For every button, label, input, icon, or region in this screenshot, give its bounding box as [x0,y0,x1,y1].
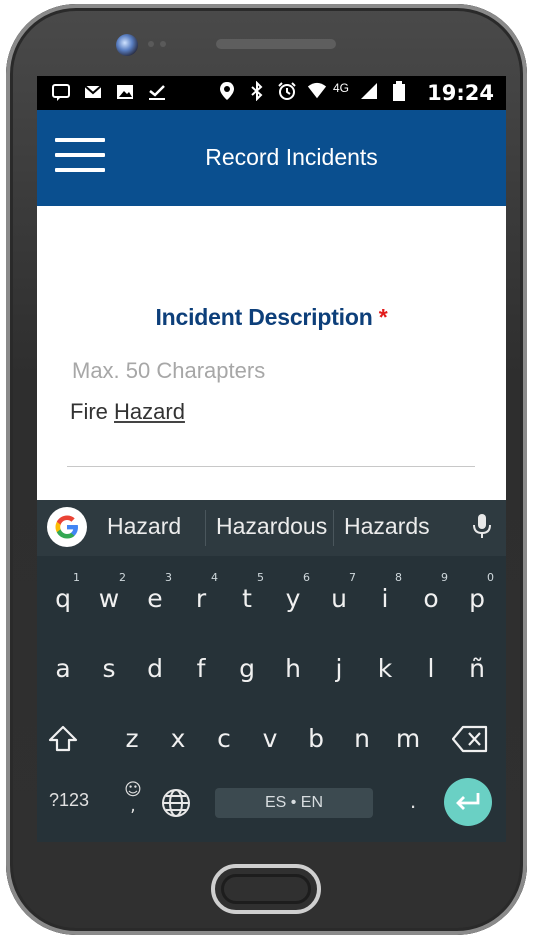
key-f[interactable]: f [178,638,224,700]
form-area: Incident Description * Max. 50 Charapter… [37,206,506,500]
battery-icon [389,81,409,101]
key-char: q [55,584,71,613]
chat-icon [51,82,71,102]
key-n[interactable]: n [339,708,385,770]
key-number-hint: 5 [257,571,264,584]
key-v[interactable]: v [247,708,293,770]
network-type: 4G [333,81,350,95]
key-char: t [242,584,252,613]
key-t[interactable]: t5 [224,568,270,630]
spacebar[interactable]: ES • EN [215,788,373,818]
symbols-key[interactable]: ?123 [49,790,89,811]
google-icon[interactable] [47,507,87,547]
microphone-icon[interactable] [472,513,492,546]
key-g[interactable]: g [224,638,270,700]
key-q[interactable]: q1 [40,568,86,630]
shift-icon[interactable] [40,708,86,770]
key-number-hint: 2 [119,571,126,584]
key-l[interactable]: l [408,638,454,700]
key-char: e [147,584,163,613]
image-icon [115,82,135,102]
enter-icon [456,793,480,810]
sensor-dot [160,41,166,47]
period-key[interactable]: . [403,788,423,814]
incident-description-input[interactable]: Fire Hazard [70,399,185,425]
key-y[interactable]: y6 [270,568,316,630]
suggestion-strip: Hazard Hazardous Hazards [37,500,506,556]
key-c[interactable]: c [201,708,247,770]
status-time: 19:24 [427,81,494,105]
sensor-dot [148,41,154,47]
key-o[interactable]: o9 [408,568,454,630]
input-value-text: Fire [70,399,108,424]
status-icons-left [51,82,167,102]
emoji-key[interactable]: ☺ , [121,782,145,815]
key-number-hint: 0 [487,571,494,584]
field-label-text: Incident Description [155,304,373,330]
key-n-tilde[interactable]: ñ [454,638,500,700]
key-k[interactable]: k [362,638,408,700]
suggestion-divider [333,510,334,546]
alarm-icon [277,81,297,101]
suggestion-item[interactable]: Hazard [107,513,181,540]
key-number-hint: 4 [211,571,218,584]
status-bar: 4G 19:24 [37,76,506,110]
key-b[interactable]: b [293,708,339,770]
key-a[interactable]: a [40,638,86,700]
phone-top-bezel [6,4,527,74]
key-char: r [195,584,207,613]
key-char: w [98,584,120,613]
key-d[interactable]: d [132,638,178,700]
key-char: u [331,584,347,613]
key-number-hint: 7 [349,571,356,584]
key-e[interactable]: e3 [132,568,178,630]
enter-key[interactable] [444,778,492,826]
key-i[interactable]: i8 [362,568,408,630]
key-char: p [469,584,485,613]
key-r[interactable]: r4 [178,568,224,630]
key-char: o [423,584,439,613]
key-z[interactable]: z [109,708,155,770]
key-number-hint: 8 [395,571,402,584]
signal-icon [359,81,379,101]
key-char: y [285,584,301,613]
incident-description-label: Incident Description * [37,304,506,331]
key-p[interactable]: p0 [454,568,500,630]
key-u[interactable]: u7 [316,568,362,630]
key-m[interactable]: m [385,708,431,770]
input-underline [67,466,475,467]
bluetooth-icon [247,81,267,101]
globe-icon[interactable] [161,788,191,823]
page-title: Record Incidents [205,144,378,170]
soft-keyboard: Hazard Hazardous Hazards q1 w2 e3 r4 t5 … [37,500,506,842]
required-marker: * [378,304,388,330]
key-h[interactable]: h [270,638,316,700]
key-j[interactable]: j [316,638,362,700]
checkmark-icon [147,82,167,102]
key-number-hint: 1 [73,571,80,584]
field-hint: Max. 50 Charapters [72,358,266,383]
home-button[interactable] [211,864,321,914]
key-x[interactable]: x [155,708,201,770]
location-icon [217,81,237,101]
earpiece-speaker [216,39,336,49]
suggestion-item[interactable]: Hazards [344,513,430,540]
composing-word: Hazard [114,399,185,424]
key-number-hint: 3 [165,571,172,584]
status-icons-right: 4G [217,81,409,101]
backspace-icon[interactable] [447,708,493,770]
suggestion-item[interactable]: Hazardous [216,513,327,540]
key-w[interactable]: w2 [86,568,132,630]
key-number-hint: 6 [303,571,310,584]
wifi-icon [307,81,327,101]
key-char: i [381,584,389,613]
suggestion-divider [205,510,206,546]
mail-icon [83,82,103,102]
app-bar: Record Incidents [37,110,506,206]
key-number-hint: 9 [441,571,448,584]
front-camera [116,34,138,56]
screen: 4G 19:24 Record Incidents Incident Descr… [37,76,506,842]
key-s[interactable]: s [86,638,132,700]
